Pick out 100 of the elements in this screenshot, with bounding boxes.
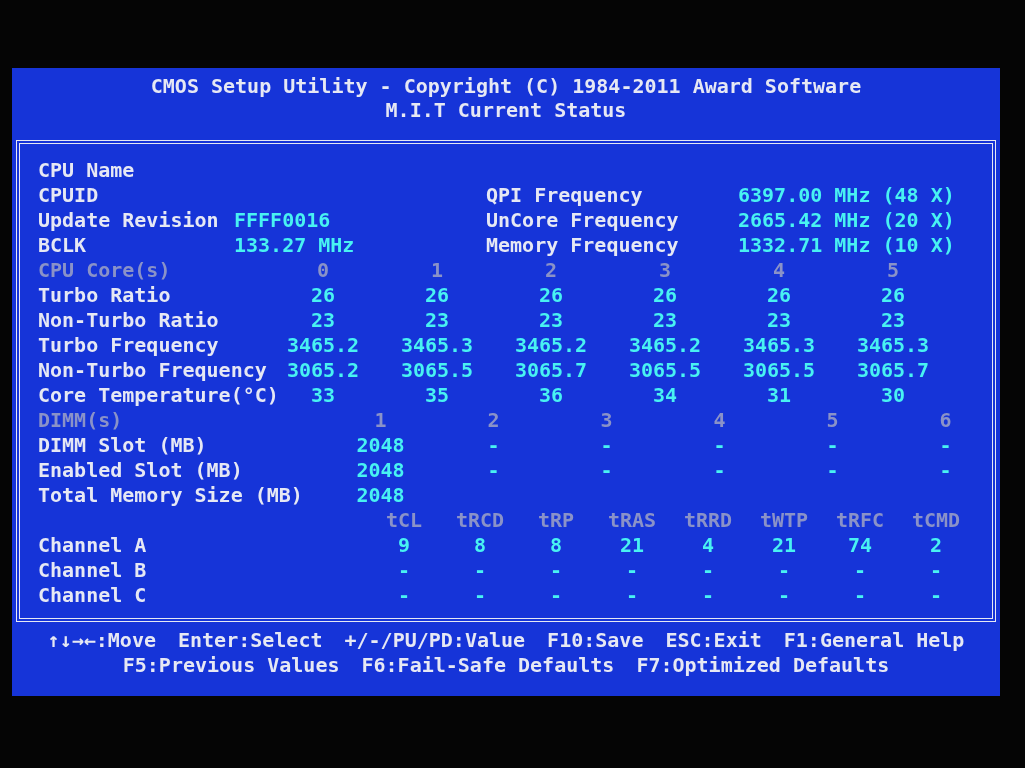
table-value: - (701, 583, 714, 607)
field-value: FFFF0016 (234, 208, 331, 232)
table-value: 23 (880, 308, 906, 332)
table-value: 30 (880, 383, 906, 407)
table-value: - (777, 558, 790, 582)
table-value: - (600, 458, 613, 482)
column-header: tRP (537, 508, 575, 532)
table-value: - (713, 433, 726, 457)
column-header: tRAS (607, 508, 657, 532)
field-label: QPI Frequency (486, 183, 643, 207)
table-value: 26 (310, 283, 336, 307)
key-hint: +/-/PU/PD:Value (344, 628, 526, 653)
column-header: 3 (600, 408, 613, 432)
key-hint: F10:Save (547, 628, 644, 653)
screen-title: CMOS Setup Utility - Copyright (C) 1984-2011 Award Software (150, 74, 862, 98)
table-value: 3065.5 (628, 358, 702, 382)
table-value: - (939, 458, 952, 482)
table-value: 8 (473, 533, 486, 557)
row-label: Core Temperature(°C) (38, 383, 279, 407)
table-value: 35 (424, 383, 450, 407)
table-value: - (929, 558, 942, 582)
column-header: tWTP (759, 508, 809, 532)
table-value: 23 (310, 308, 336, 332)
table-value: 3065.7 (514, 358, 588, 382)
key-hint: F1:General Help (783, 628, 965, 653)
table-value: - (549, 583, 562, 607)
table-value: 26 (766, 283, 792, 307)
table-value: - (701, 558, 714, 582)
table-value: - (487, 458, 500, 482)
table-value: 21 (619, 533, 645, 557)
key-hint: F5:Previous Values (122, 653, 340, 678)
table-value: 23 (424, 308, 450, 332)
table-value: 26 (652, 283, 678, 307)
table-value: 9 (397, 533, 410, 557)
column-header: 2 (487, 408, 500, 432)
field-value: 1332.71 MHz (10 X) (738, 233, 955, 257)
table-value: - (713, 458, 726, 482)
table-value: - (826, 458, 839, 482)
column-header: 1 (430, 258, 443, 282)
table-value: - (487, 433, 500, 457)
table-value: - (853, 583, 866, 607)
table-value: - (929, 583, 942, 607)
column-header: tRCD (455, 508, 505, 532)
key-hint: ESC:Exit (665, 628, 762, 653)
row-label: Non-Turbo Frequency (38, 358, 267, 382)
field-label: UnCore Frequency (486, 208, 679, 232)
field-value: 133.27 MHz (234, 233, 355, 257)
table-value: 2048 (356, 483, 405, 507)
field-value: 2665.42 MHz (20 X) (738, 208, 955, 232)
table-value: - (397, 558, 410, 582)
row-label: Turbo Frequency (38, 333, 219, 357)
column-header: tRRD (683, 508, 733, 532)
column-header: 0 (316, 258, 329, 282)
column-header: tCMD (911, 508, 961, 532)
row-label: Total Memory Size (MB) (38, 483, 303, 507)
row-label: Enabled Slot (MB) (38, 458, 243, 482)
column-header: 5 (826, 408, 839, 432)
key-hint: F7:Optimized Defaults (636, 653, 890, 678)
column-header: 1 (374, 408, 387, 432)
table-value: 26 (538, 283, 564, 307)
column-header: 6 (939, 408, 952, 432)
column-header: 3 (658, 258, 671, 282)
table-value: 31 (766, 383, 792, 407)
table-value: 3065.2 (286, 358, 360, 382)
field-label: Memory Frequency (486, 233, 679, 257)
row-label: Turbo Ratio (38, 283, 171, 307)
table-value: - (473, 583, 486, 607)
column-header: tRFC (835, 508, 885, 532)
column-header: DIMM(s) (38, 408, 123, 432)
table-value: 3065.7 (856, 358, 930, 382)
row-label: Non-Turbo Ratio (38, 308, 219, 332)
column-header: CPU Core(s) (38, 258, 171, 282)
column-header: 2 (544, 258, 557, 282)
row-label: Channel C (38, 583, 147, 607)
key-hint: ↑↓→←:Move (47, 628, 156, 653)
table-value: 36 (538, 383, 564, 407)
table-value: - (625, 583, 638, 607)
table-value: - (549, 558, 562, 582)
column-header: 4 (713, 408, 726, 432)
column-header: 5 (886, 258, 899, 282)
table-value: 3065.5 (400, 358, 474, 382)
table-value: 2048 (356, 433, 405, 457)
field-label: CPU Name (38, 158, 135, 182)
table-value: 26 (424, 283, 450, 307)
table-value: 3465.2 (514, 333, 588, 357)
table-value: 3465.2 (286, 333, 360, 357)
row-label: Channel A (38, 533, 147, 557)
table-value: - (397, 583, 410, 607)
table-value: - (600, 433, 613, 457)
key-hint: Enter:Select (178, 628, 323, 653)
field-label: BCLK (38, 233, 87, 257)
table-value: 3465.3 (856, 333, 930, 357)
column-header: 4 (772, 258, 785, 282)
table-value: 23 (652, 308, 678, 332)
table-value: 2 (929, 533, 942, 557)
table-value: 3065.5 (742, 358, 816, 382)
table-value: - (777, 583, 790, 607)
field-label: Update Revision (38, 208, 219, 232)
table-value: 3465.2 (628, 333, 702, 357)
table-value: 3465.3 (400, 333, 474, 357)
